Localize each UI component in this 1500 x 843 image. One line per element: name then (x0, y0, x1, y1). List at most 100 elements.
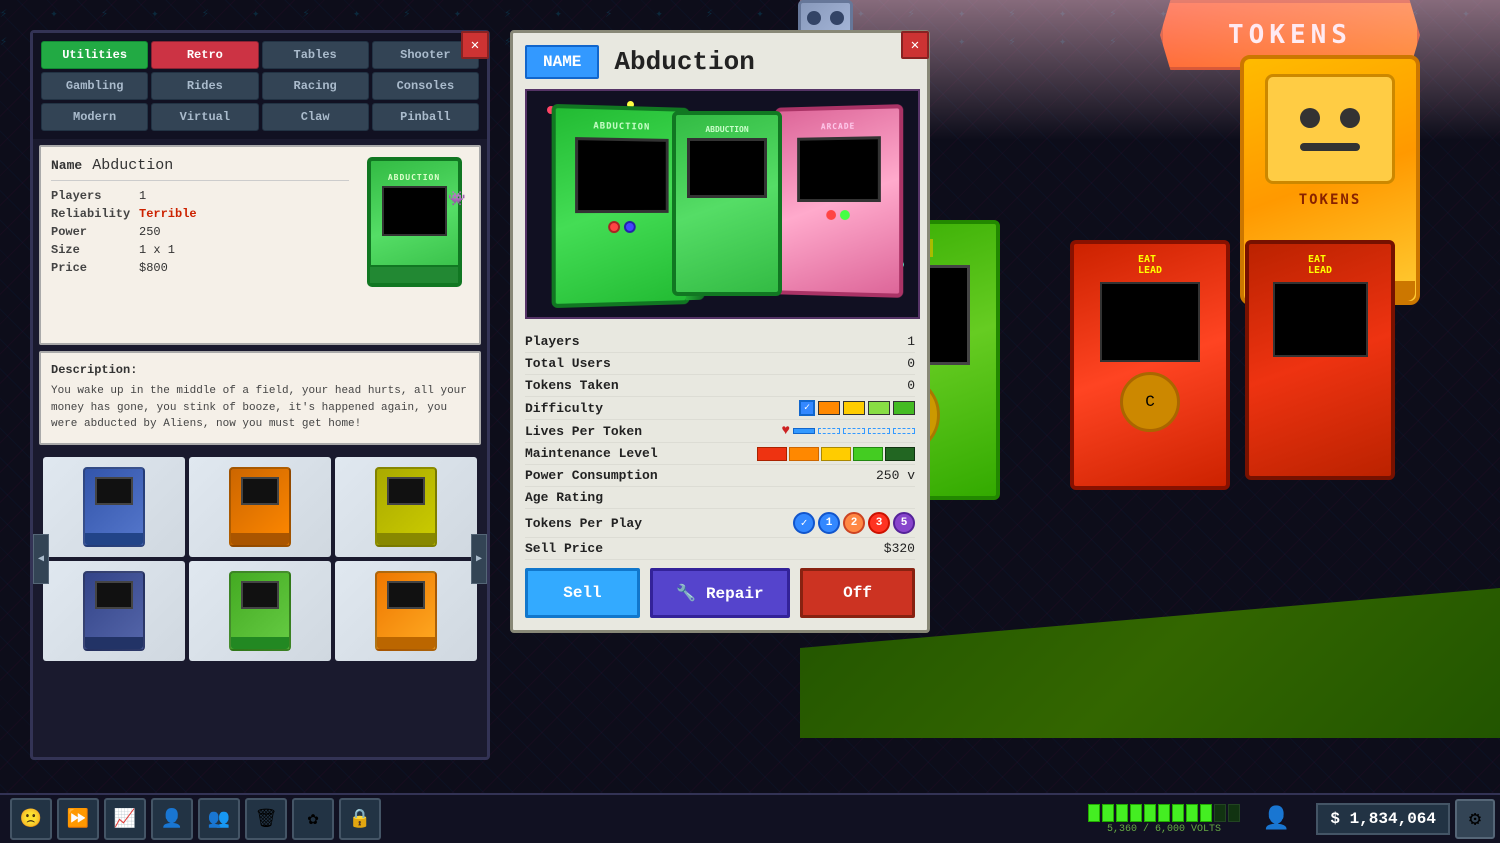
trash-button[interactable]: 🗑 (245, 798, 287, 840)
diff-seg-1 (818, 401, 840, 415)
tab-pinball[interactable]: Pinball (372, 103, 479, 131)
maintenance-bar (757, 447, 915, 461)
tab-rides[interactable]: Rides (151, 72, 258, 100)
lives-seg-2 (818, 428, 840, 434)
ps-1 (1088, 804, 1100, 822)
stat-reliability-value: Terrible (139, 207, 197, 221)
lives-bar: ♥ (782, 423, 915, 439)
people-icon: 👤 (161, 808, 183, 830)
ps-9 (1200, 804, 1212, 822)
fast-forward-button[interactable]: ⏩ (57, 798, 99, 840)
action-buttons: Sell 🔧 Repair Off (525, 568, 915, 618)
detail-lives-label: Lives Per Token (525, 424, 642, 439)
stat-players-label: Players (51, 189, 131, 203)
fast-forward-icon: ⏩ (67, 808, 89, 830)
diff-seg-3 (868, 401, 890, 415)
diff-seg-4 (893, 401, 915, 415)
detail-maintenance-label: Maintenance Level (525, 446, 658, 461)
lives-seg-1 (793, 428, 815, 434)
detail-sell-price-label: Sell Price (525, 541, 603, 556)
tok-3: 3 (868, 512, 890, 534)
bottom-toolbar: 🙁 ⏩ 📈 👤 👥 🗑 ✿ 🔒 5,360 / (0, 793, 1500, 843)
detail-total-users-label: Total Users (525, 356, 611, 371)
catalog-item-1[interactable] (43, 457, 185, 557)
tab-consoles[interactable]: Consoles (372, 72, 479, 100)
tab-modern[interactable]: Modern (41, 103, 148, 131)
lives-heart-icon: ♥ (782, 423, 790, 439)
staff-icon: 👥 (208, 808, 230, 830)
detail-close-button[interactable]: ✕ (901, 31, 929, 59)
ps-5 (1144, 804, 1156, 822)
tok-5: 5 (893, 512, 915, 534)
item-sprite: ABDUCTION 👾 (359, 157, 469, 333)
catalog-item-4[interactable] (43, 561, 185, 661)
tab-racing[interactable]: Racing (262, 72, 369, 100)
description-box: Description: You wake up in the middle o… (39, 351, 481, 445)
stat-players: Players 1 (51, 189, 349, 203)
stat-power-value: 250 (139, 225, 161, 239)
detail-header: NAME Abduction (525, 45, 915, 79)
stat-size-value: 1 x 1 (139, 243, 175, 257)
smiley-button[interactable]: 🙁 (10, 798, 52, 840)
detail-age-label: Age Rating (525, 490, 603, 505)
chart-button[interactable]: 📈 (104, 798, 146, 840)
tab-virtual[interactable]: Virtual (151, 103, 258, 131)
tokens-sign-label: TOKENS (1228, 20, 1352, 50)
tab-claw[interactable]: Claw (262, 103, 369, 131)
maint-seg-1 (757, 447, 787, 461)
lives-seg-3 (843, 428, 865, 434)
detail-stat-difficulty: Difficulty ✓ (525, 397, 915, 420)
detail-stat-total-users: Total Users 0 (525, 353, 915, 375)
detail-total-users-value: 0 (907, 356, 915, 371)
diff-seg-2 (843, 401, 865, 415)
lock-button[interactable]: 🔒 (339, 798, 381, 840)
people-button[interactable]: 👤 (151, 798, 193, 840)
power-label: 5,360 / 6,000 VOLTS (1107, 824, 1221, 835)
catalog-scroll-right[interactable]: ▶ (471, 534, 487, 584)
eat-lead-machine-2: EATLEAD (1245, 240, 1405, 500)
detail-power-label: Power Consumption (525, 468, 658, 483)
tokens-per-play-bar: ✓ 1 2 3 5 (793, 512, 915, 534)
lives-seg-5 (893, 428, 915, 434)
catalog-item-6[interactable] (335, 561, 477, 661)
flower-icon: ✿ (308, 808, 319, 830)
off-button[interactable]: Off (800, 568, 915, 618)
ps-7 (1172, 804, 1184, 822)
catalog-grid (37, 451, 483, 667)
trash-icon: 🗑 (255, 808, 278, 830)
detail-tokens-taken-value: 0 (907, 378, 915, 393)
catalog-item-2[interactable] (189, 457, 331, 557)
ps-6 (1158, 804, 1170, 822)
item-name-row: Name Abduction (51, 157, 349, 181)
tab-gambling[interactable]: Gambling (41, 72, 148, 100)
tab-utilities[interactable]: Utilities (41, 41, 148, 69)
detail-players-value: 1 (907, 334, 915, 349)
stat-players-value: 1 (139, 189, 146, 203)
staff-button[interactable]: 👥 (198, 798, 240, 840)
item-name-value: Abduction (92, 157, 173, 174)
catalog-close-button[interactable]: ✕ (461, 31, 489, 59)
power-bar-container: 5,360 / 6,000 VOLTS (1088, 804, 1240, 835)
power-bar (1088, 804, 1240, 822)
detail-stats-section: Players 1 Total Users 0 Tokens Taken 0 D… (525, 331, 915, 560)
flower-button[interactable]: ✿ (292, 798, 334, 840)
ps-11 (1228, 804, 1240, 822)
sell-button[interactable]: Sell (525, 568, 640, 618)
item-name-label: Name (51, 158, 82, 173)
repair-button[interactable]: 🔧 Repair (650, 568, 790, 618)
tab-retro[interactable]: Retro (151, 41, 258, 69)
name-button[interactable]: NAME (525, 45, 599, 79)
maint-seg-2 (789, 447, 819, 461)
catalog-panel: ✕ Utilities Retro Tables Shooter Gamblin… (30, 30, 490, 760)
settings-button[interactable]: ⚙ (1455, 799, 1495, 839)
catalog-item-3[interactable] (335, 457, 477, 557)
catalog-scroll-left[interactable]: ◀ (33, 534, 49, 584)
smiley-icon: 🙁 (20, 808, 42, 830)
tok-2: 2 (843, 512, 865, 534)
settings-icon: ⚙ (1469, 806, 1481, 832)
item-stats: Name Abduction Players 1 Reliability Ter… (51, 157, 349, 333)
catalog-item-5[interactable] (189, 561, 331, 661)
stat-price: Price $800 (51, 261, 349, 275)
detail-power-value: 250 v (876, 468, 915, 483)
tab-tables[interactable]: Tables (262, 41, 369, 69)
